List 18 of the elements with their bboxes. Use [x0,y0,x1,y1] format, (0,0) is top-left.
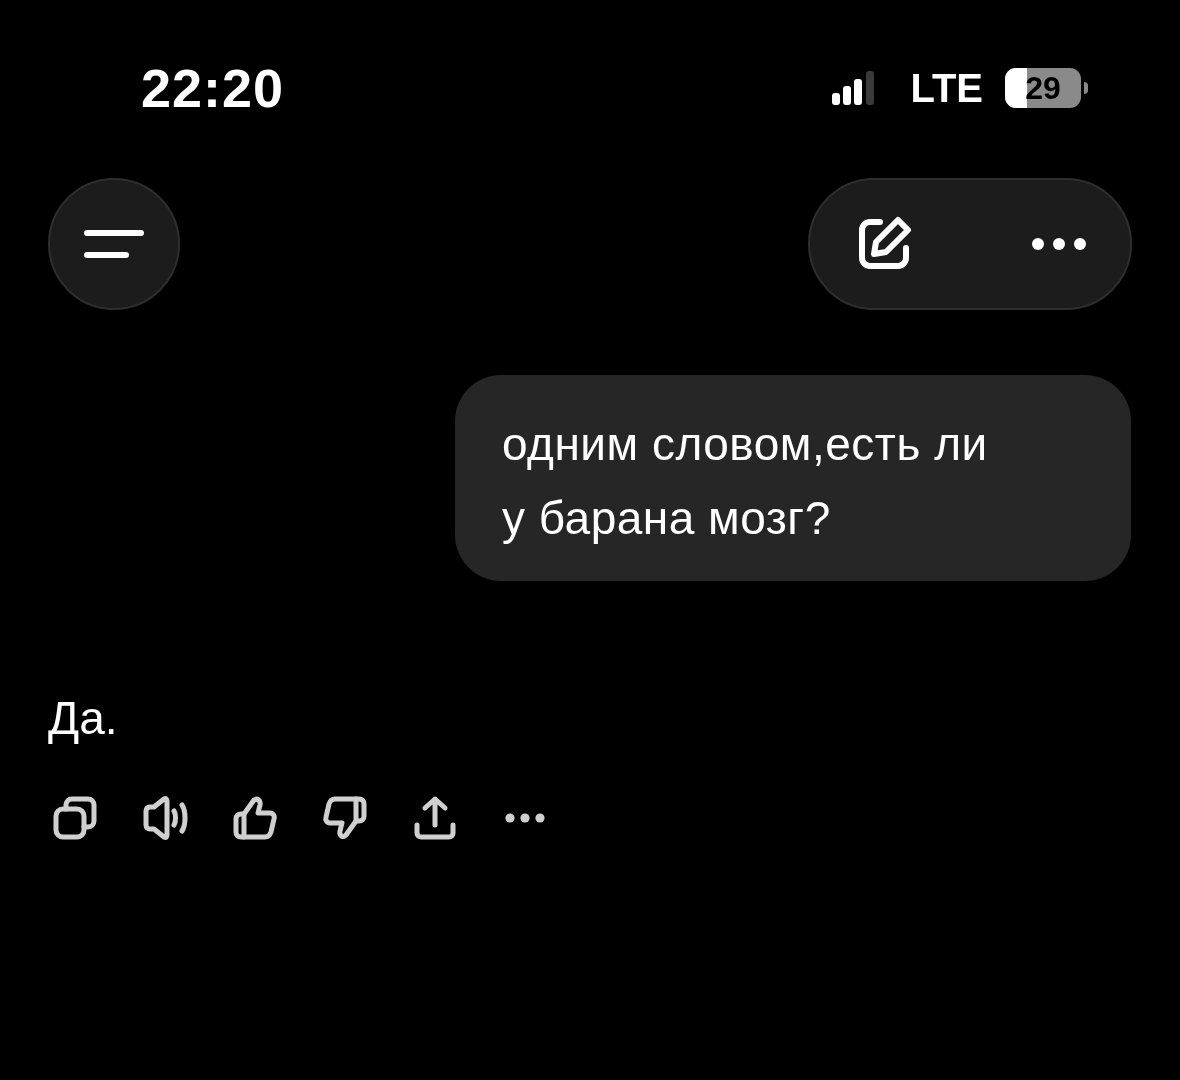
network-label: LTE [910,68,983,108]
copy-button[interactable] [52,795,98,841]
more-icon [505,813,545,823]
like-button[interactable] [232,795,278,841]
dislike-button[interactable] [322,795,368,841]
more-icon [1032,238,1086,250]
thumbs-down-icon [322,795,368,841]
signal-icon [832,71,875,105]
share-icon [412,795,458,841]
copy-icon [52,795,98,841]
status-time: 22:20 [141,61,285,115]
read-aloud-button[interactable] [142,795,188,841]
assistant-message-text: Да. [48,693,118,743]
menu-icon [84,229,144,259]
user-message-text: одним словом,есть ли у барана мозг? [502,417,989,546]
speaker-icon [142,795,188,841]
thumbs-up-icon [232,795,278,841]
share-button[interactable] [412,795,458,841]
